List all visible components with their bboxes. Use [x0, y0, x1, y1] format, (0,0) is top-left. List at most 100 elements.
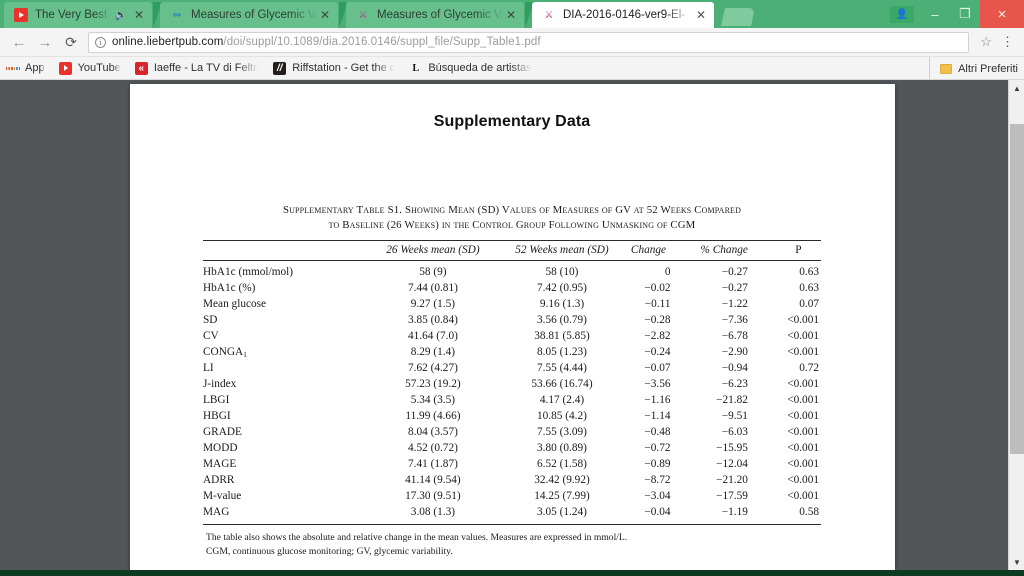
minimize-button[interactable]: – — [920, 0, 950, 28]
cell-change: −0.28 — [644, 313, 671, 326]
bookmark-laeffe[interactable]: « Iaeffe - La TV di Feltri — [134, 61, 259, 75]
bookmark-apps[interactable]: App — [6, 62, 45, 75]
cell-change: −0.04 — [644, 506, 671, 519]
maximize-button[interactable]: ❐ — [950, 0, 980, 28]
cell-26-weeks: 5.34 (3.5) — [410, 393, 456, 406]
scrollbar-thumb[interactable] — [1010, 124, 1024, 454]
cell-p-value: <0.001 — [787, 377, 819, 390]
cell-26-weeks: 8.29 (1.4) — [410, 345, 456, 358]
table-header-row: 26 Weeks mean (SD) 52 Weeks mean (SD) Ch… — [203, 239, 821, 261]
youtube-icon — [14, 8, 28, 22]
site-info-icon[interactable]: i — [95, 36, 106, 48]
cell-26-weeks: 7.44 (0.81) — [407, 281, 458, 294]
cell-p-value: <0.001 — [787, 490, 819, 502]
cell-52-weeks: 7.55 (4.44) — [537, 361, 587, 374]
address-bar-url: online.liebertpub.com/doi/suppl/10.1089/… — [112, 36, 541, 48]
bookmark-label: App — [25, 62, 45, 74]
dna-icon: ∾ — [172, 9, 182, 21]
column-header-26-weeks: 26 Weeks mean (SD) — [368, 239, 498, 261]
cell-p-value: <0.001 — [787, 345, 819, 358]
cell-change: −0.07 — [644, 361, 671, 374]
apps-grid-icon — [6, 62, 19, 75]
cell-52-weeks: 3.80 (0.89) — [537, 441, 587, 454]
row-label: ADRR — [203, 473, 235, 486]
cell-pct-change: −1.19 — [721, 506, 748, 519]
cell-26-weeks: 57.23 (19.2) — [405, 377, 461, 390]
row-label: J-index — [203, 377, 237, 390]
row-label: Mean glucose — [203, 297, 267, 310]
row-label: CV — [203, 329, 219, 342]
cell-26-weeks: 41.14 (9.54) — [405, 473, 461, 486]
bookmark-riffstation[interactable]: // Riffstation - Get the c — [273, 61, 396, 75]
tab-close-button[interactable]: ✕ — [694, 9, 708, 21]
cell-pct-change: −21.82 — [716, 393, 748, 406]
chrome-menu-icon[interactable]: ⋮ — [997, 34, 1018, 50]
bookmark-star-icon[interactable]: ☆ — [975, 34, 997, 50]
bookmark-youtube[interactable]: YouTube — [58, 61, 121, 75]
cell-52-weeks: 4.17 (2.4) — [539, 393, 585, 406]
row-label: SD — [203, 313, 218, 326]
cell-pct-change: −12.04 — [716, 457, 748, 470]
scroll-up-arrow-icon[interactable]: ▲ — [1009, 80, 1024, 96]
cell-p-value: 0.07 — [799, 297, 819, 310]
table-caption: Supplementary Table S1. Showing Mean (SD… — [203, 203, 821, 240]
cell-pct-change: −7.36 — [721, 313, 748, 326]
cell-52-weeks: 6.52 (1.58) — [537, 457, 587, 470]
cell-change: −3.04 — [644, 490, 671, 502]
close-window-button[interactable]: × — [980, 0, 1024, 28]
bookmark-label: Riffstation - Get the c — [292, 62, 396, 74]
supplementary-table-block: Supplementary Table S1. Showing Mean (SD… — [203, 131, 821, 559]
cell-pct-change: −6.03 — [721, 425, 748, 438]
tab-close-button[interactable]: ✕ — [318, 9, 332, 21]
cell-26-weeks: 11.99 (4.66) — [405, 409, 461, 422]
browser-tab-2[interactable]: ∾ Measures of Glycemic Va ✕ — [160, 2, 338, 28]
vertical-scrollbar[interactable]: ▲ ▼ — [1008, 80, 1024, 570]
tab-close-button[interactable]: ✕ — [132, 9, 146, 21]
cell-pct-change: −0.27 — [721, 281, 748, 294]
cell-change: −0.48 — [644, 425, 671, 438]
laeffe-icon: « — [134, 61, 148, 75]
cell-pct-change: −0.27 — [721, 265, 748, 278]
profile-icon[interactable]: 👤 — [890, 5, 914, 23]
cell-p-value: <0.001 — [787, 441, 819, 454]
url-path: /doi/suppl/10.1089/dia.2016.0146/suppl_f… — [223, 36, 541, 48]
cell-pct-change: −21.20 — [716, 473, 748, 486]
reload-button[interactable]: ⟳ — [58, 29, 84, 55]
row-label: HbA1c (%) — [203, 281, 256, 294]
cell-52-weeks: 7.55 (3.09) — [537, 425, 587, 438]
cell-p-value: 0.63 — [799, 265, 819, 278]
other-bookmarks-folder[interactable]: Altri Preferiti — [929, 57, 1018, 80]
forward-button[interactable]: → — [32, 29, 58, 55]
bookmark-busqueda-de-artistas[interactable]: L Búsqueda de artistas — [409, 62, 531, 75]
new-tab-button[interactable] — [721, 8, 755, 26]
table-row: HBGI 11.99 (4.66) 10.85 (4.2) −1.14 −9.51 <0.… — [203, 408, 821, 424]
column-header-52-weeks: 52 Weeks mean (SD) — [497, 239, 627, 261]
footnote-line-1: The table also shows the absolute and re… — [206, 532, 628, 544]
tab-title: DIA-2016-0146-ver9-El- — [563, 9, 686, 21]
cell-52-weeks: 9.16 (1.3) — [539, 297, 585, 310]
cell-pct-change: −9.51 — [721, 409, 748, 422]
address-bar[interactable]: i online.liebertpub.com/doi/suppl/10.108… — [88, 31, 970, 53]
back-button[interactable]: ← — [6, 29, 32, 55]
cell-change: −8.72 — [644, 473, 671, 486]
audio-playing-icon[interactable]: 🔈 — [114, 10, 126, 21]
browser-tab-4-active[interactable]: ⚔ DIA-2016-0146-ver9-El- ✕ — [532, 2, 714, 28]
cell-pct-change: −17.59 — [716, 490, 748, 502]
browser-tab-3[interactable]: ⚔ Measures of Glycemic Va ✕ — [346, 2, 524, 28]
cell-p-value: <0.001 — [787, 329, 819, 342]
browser-window: The Very Best Of Cats 🔈 ✕ ∾ Measures of … — [0, 0, 1024, 576]
table-row: LBGI 5.34 (3.5) 4.17 (2.4) −1.16 −21.82 <0.00… — [203, 392, 821, 408]
table-body: HbA1c (mmol/mol) 58 (9) 58 (10) 0 −0.27 0.63 H… — [203, 260, 821, 523]
cell-pct-change: −6.23 — [721, 377, 748, 390]
tab-close-button[interactable]: ✕ — [504, 9, 518, 21]
scroll-down-arrow-icon[interactable]: ▼ — [1009, 554, 1024, 570]
footnote-line-2: CGM, continuous glucose monitoring; GV, … — [206, 545, 453, 557]
cell-pct-change: −0.94 — [721, 361, 748, 374]
column-header-measure — [203, 239, 369, 261]
row-label: HbA1c (mmol/mol) — [203, 265, 294, 278]
url-host: online.liebertpub.com — [112, 36, 224, 48]
cell-26-weeks: 58 (9) — [419, 265, 447, 278]
browser-tab-1[interactable]: The Very Best Of Cats 🔈 ✕ — [4, 2, 152, 28]
tab-title: The Very Best Of Cats — [35, 9, 111, 21]
cell-26-weeks: 9.27 (1.5) — [410, 297, 456, 310]
